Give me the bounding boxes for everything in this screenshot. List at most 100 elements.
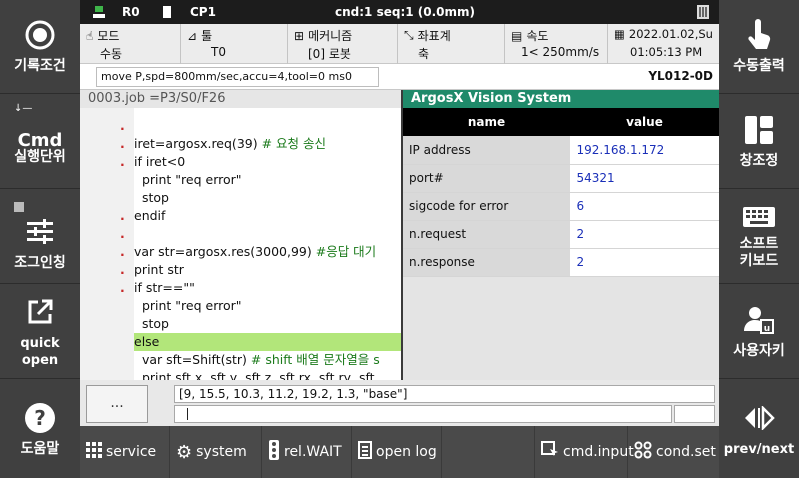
vision-row[interactable]: port# 54321	[403, 164, 719, 193]
record-condition-label: 기록조건	[14, 58, 66, 74]
line-code: var str=argosx.res(3000,99)	[134, 244, 316, 259]
code-line[interactable]: print "req error"	[80, 297, 401, 315]
code-line[interactable]: stop	[80, 189, 401, 207]
soft-keyboard-label: 소프트 키보드	[739, 235, 779, 269]
manual-output-button[interactable]: 수동출력	[719, 0, 799, 94]
line-text: else	[134, 333, 401, 351]
quick-open-label: quick open	[20, 335, 60, 368]
svg-text:?: ?	[34, 406, 46, 430]
empty-toolbar-slot	[442, 426, 535, 478]
robot-label: R0	[122, 5, 140, 19]
rel-wait-button[interactable]: rel.WAIT	[262, 426, 352, 478]
code-line[interactable]: . if iret<0	[80, 153, 401, 171]
vision-row[interactable]: n.response 2	[403, 248, 719, 277]
quick-open-button[interactable]: quick open	[0, 285, 80, 379]
log-icon	[358, 441, 372, 463]
mode-cell[interactable]: ☝ 모드 수동	[80, 24, 181, 64]
coord-value: 축	[418, 47, 430, 61]
line-text: endif	[134, 207, 165, 225]
record-condition-button[interactable]: 기록조건	[0, 0, 80, 94]
cmd-sub-label: 실행단위	[14, 148, 66, 165]
soft-keyboard-button[interactable]: 소프트 키보드	[719, 190, 799, 284]
service-button[interactable]: service	[80, 426, 170, 478]
cmd-line-icon: ↓—	[14, 103, 33, 114]
line-marker: .	[120, 208, 125, 223]
prev-next-button[interactable]: prev/next	[719, 380, 799, 478]
code-line[interactable]: . endif	[80, 207, 401, 225]
cond-set-icon	[634, 441, 652, 463]
code-line[interactable]: print "req error"	[80, 171, 401, 189]
mechanism-cell[interactable]: ⊞ 메커니즘 [0] 로봇	[288, 24, 398, 64]
status-bar: R0 CP1 cnd:1 seq:1 (0.0mm)	[80, 0, 719, 24]
cmd-input-label: cmd.input	[563, 444, 634, 460]
cmd-status: cnd:1 seq:1 (0.0mm)	[335, 5, 476, 19]
line-text: print sft.x, sft.y, sft.z, sft.rx, sft.r…	[134, 369, 375, 380]
code-line[interactable]: print sft.x, sft.y, sft.z, sft.rx, sft.r…	[80, 369, 401, 380]
vision-row-name: n.response	[403, 248, 571, 277]
vision-row-value: 2	[570, 248, 719, 277]
code-line[interactable]: var sft=Shift(str) # shift 배열 문자열을 s	[80, 351, 401, 369]
system-button[interactable]: ⚙ system	[170, 426, 262, 478]
code-line[interactable]: .	[80, 117, 401, 135]
bottom-toolbar: service ⚙ system rel.WAIT open log cmd.i…	[80, 426, 719, 478]
line-code: if str==""	[134, 280, 195, 295]
time-text: 01:05:13 PM	[630, 45, 703, 59]
code-line[interactable]: . print str	[80, 261, 401, 279]
line-marker: .	[120, 154, 125, 169]
line-code: print sft.x, sft.y, sft.z, sft.rx, sft.r…	[134, 370, 375, 380]
vision-row[interactable]: n.request 2	[403, 220, 719, 249]
speed-cell[interactable]: ▤ 속도 1< 250mm/s	[505, 24, 608, 64]
line-text: var sft=Shift(str) # shift 배열 문자열을 s	[134, 351, 380, 369]
window-layout-icon	[745, 113, 773, 147]
info-strip: ☝ 모드 수동 ⊿ 툴 T0 ⊞ 메커니즘 [0] 로봇 ⤡ 좌표계 축 ▤ 속도 1< …	[80, 24, 719, 64]
code-line[interactable]: . iret=argosx.req(39) # 요청 송신	[80, 135, 401, 153]
line-code: endif	[134, 208, 166, 223]
vision-row-name: sigcode for error	[403, 192, 571, 221]
line-comment: # 요청 송신	[261, 136, 326, 151]
coord-cell[interactable]: ⤡ 좌표계 축	[398, 24, 505, 64]
open-log-button[interactable]: open log	[352, 426, 442, 478]
open-log-label: open log	[376, 444, 437, 460]
code-line[interactable]: . var str=argosx.res(3000,99) #응답 대기	[80, 243, 401, 261]
code-line[interactable]: stop	[80, 315, 401, 333]
window-adjust-button[interactable]: 창조정	[719, 95, 799, 189]
line-code: var sft=Shift(str)	[134, 352, 251, 367]
vision-row[interactable]: sigcode for error 6	[403, 192, 719, 221]
secondary-input[interactable]	[674, 405, 715, 423]
line-code: print "req error"	[134, 172, 242, 187]
prev-next-label: prev/next	[723, 441, 795, 457]
cmd-input-button[interactable]: cmd.input	[535, 426, 634, 478]
code-editor[interactable]: .. iret=argosx.req(39) # 요청 송신. if iret<0 …	[80, 108, 401, 380]
line-code: print "req error"	[134, 298, 242, 313]
code-line[interactable]: . if str==""	[80, 279, 401, 297]
vision-row[interactable]: IP address 192.168.1.172	[403, 136, 719, 165]
user-key-button[interactable]: u 사용자키	[719, 285, 799, 379]
line-text: print str	[134, 261, 184, 279]
line-code: iret=argosx.req(39)	[134, 136, 262, 151]
vision-row-value: 6	[570, 192, 719, 221]
help-button[interactable]: ? 도움말	[0, 380, 80, 478]
system-label: system	[196, 444, 247, 460]
rel-wait-label: rel.WAIT	[284, 444, 342, 460]
keyboard-icon	[743, 204, 775, 230]
code-line[interactable]: .	[80, 225, 401, 243]
code-line[interactable]: else	[80, 333, 401, 351]
line-marker: .	[120, 118, 125, 133]
line-marker: .	[120, 244, 125, 259]
col-value-header: value	[570, 108, 719, 136]
tool-cell[interactable]: ⊿ 툴 T0	[181, 24, 288, 64]
command-text[interactable]: move P,spd=800mm/sec,accu=4,tool=0 ms0	[96, 67, 379, 87]
cond-set-button[interactable]: cond.set	[628, 426, 719, 478]
jog-inching-label: 조그인칭	[14, 255, 66, 271]
cmd-unit-button[interactable]: ↓— Cmd 실행단위	[0, 95, 80, 189]
jog-inching-button[interactable]: 조그인칭	[0, 190, 80, 284]
vision-row-name: port#	[403, 164, 571, 193]
more-button[interactable]: ...	[86, 385, 148, 423]
prev-next-icon	[743, 401, 775, 435]
line-marker: .	[120, 136, 125, 151]
job-header: 0003.job =P3/S0/F26	[80, 90, 401, 108]
cmd-label: Cmd	[17, 129, 63, 151]
command-input[interactable]	[174, 405, 672, 423]
user-key-icon: u	[744, 303, 774, 337]
date-text: 2022.01.02,Su	[628, 27, 713, 41]
